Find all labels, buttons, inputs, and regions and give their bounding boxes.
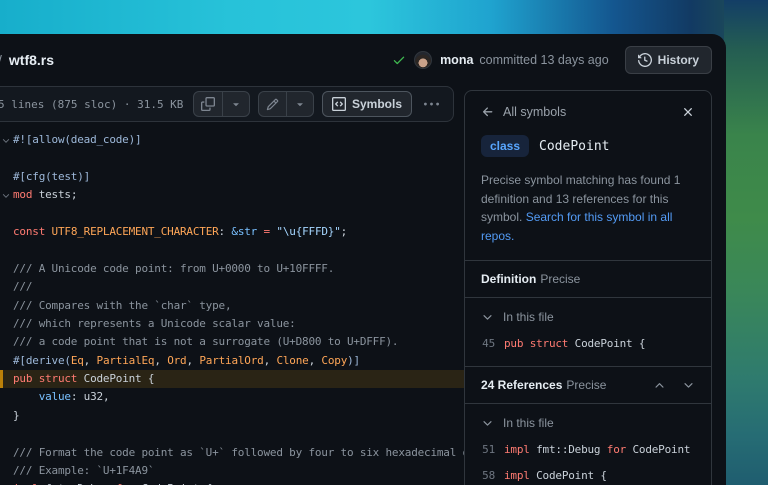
code-line [13, 241, 464, 259]
reference-line[interactable]: 51 impl fmt::Debug for CodePoint { [481, 443, 695, 456]
all-symbols-back-link[interactable]: All symbols [481, 105, 566, 119]
edit-button[interactable] [259, 92, 286, 116]
in-this-file-toggle[interactable]: In this file [481, 310, 695, 324]
symbols-button[interactable]: Symbols [322, 91, 412, 117]
edit-icon [266, 98, 279, 111]
copy-icon [201, 97, 215, 111]
in-this-file-label: In this file [503, 310, 554, 324]
definition-line[interactable]: 45 pub struct CodePoint { [481, 337, 695, 350]
references-count-label: 24 References [481, 378, 562, 392]
chevron-down-icon [481, 417, 494, 430]
code-line: } [13, 407, 464, 425]
copy-dropdown-button[interactable] [222, 92, 249, 116]
code-column: 5 lines (875 sloc) · 31.5 KB [0, 86, 464, 485]
x-icon [681, 105, 695, 119]
commit-author[interactable]: mona [440, 53, 473, 67]
all-symbols-label: All symbols [503, 105, 566, 119]
symbol-kind-badge: class [481, 135, 529, 157]
history-button-label: History [658, 53, 699, 67]
code-line: /// Compares with the `char` type, [13, 297, 464, 315]
symbol-name: CodePoint [539, 139, 609, 154]
previous-reference-button[interactable] [653, 379, 666, 392]
file-meta: 5 lines (875 sloc) · 31.5 KB [0, 98, 185, 111]
code-line: /// Example: `U+1F4A9` [13, 462, 464, 480]
code-line: /// [13, 278, 464, 296]
code-line: /// Format the code point as `U+` follow… [13, 444, 464, 462]
history-button[interactable]: History [625, 46, 712, 74]
triangle-down-icon [294, 98, 306, 110]
code-line: impl fmt::Debug for CodePoint { [13, 480, 464, 485]
breadcrumb-separator: / [0, 52, 2, 68]
definition-section-header: Definition Precise [465, 260, 711, 297]
arrow-left-icon [481, 105, 495, 119]
copy-button[interactable] [194, 92, 222, 116]
check-icon [392, 53, 406, 67]
reference-code: impl CodePoint { [504, 469, 607, 482]
github-file-window: / wtf8.rs mona committed 13 days ago His… [0, 34, 726, 485]
code-line [13, 425, 464, 443]
reference-navigation [653, 379, 695, 392]
fold-chevron-icon[interactable] [1, 136, 11, 146]
edit-button-group [258, 91, 314, 117]
fold-chevron-icon[interactable] [1, 191, 11, 201]
references-precision: Precise [566, 378, 606, 392]
reference-code: impl fmt::Debug for CodePoint { [504, 443, 695, 456]
line-number: 45 [481, 337, 495, 350]
code-line: value: u32, [13, 388, 464, 406]
in-this-file-label: In this file [503, 416, 554, 430]
triangle-down-icon [230, 98, 242, 110]
symbols-panel: All symbols class CodePoint Precise symb… [464, 90, 712, 485]
symbol-title-row: class CodePoint [465, 129, 711, 169]
copy-button-group [193, 91, 250, 117]
chevron-up-icon [653, 379, 666, 392]
code-line: /// A Unicode code point: from U+0000 to… [13, 260, 464, 278]
code-line: mod tests; [13, 186, 464, 204]
code-line: /// a code point that is not a surrogate… [13, 333, 464, 351]
history-icon [638, 53, 652, 67]
symbols-panel-header: All symbols [465, 91, 711, 129]
kebab-horizontal-icon [424, 97, 439, 112]
code-line: #![allow(dead_code)] [13, 131, 464, 149]
code-editor: #![allow(dead_code)] #[cfg(test)] mod te… [0, 122, 464, 485]
commit-info: mona committed 13 days ago History [392, 46, 712, 74]
code-line: #[derive(Eq, PartialEq, Ord, PartialOrd,… [13, 352, 464, 370]
blob-toolbar: 5 lines (875 sloc) · 31.5 KB [0, 86, 454, 122]
code-line: #[cfg(test)] [13, 168, 464, 186]
references-section-header: 24 References Precise [465, 366, 711, 403]
chevron-down-icon [682, 379, 695, 392]
symbol-description: Precise symbol matching has found 1 defi… [465, 169, 711, 260]
background-gradient-right [724, 0, 768, 485]
content: 5 lines (875 sloc) · 31.5 KB [0, 86, 726, 485]
edit-dropdown-button[interactable] [286, 92, 313, 116]
line-number: 58 [481, 469, 495, 482]
code-line: const UTF8_REPLACEMENT_CHARACTER: &str =… [13, 223, 464, 241]
reference-line[interactable]: 58 impl CodePoint { [481, 469, 695, 482]
code-line: /// which represents a Unicode scalar va… [13, 315, 464, 333]
chevron-down-icon [481, 311, 494, 324]
line-number: 51 [481, 443, 495, 456]
in-this-file-toggle[interactable]: In this file [481, 416, 695, 430]
file-header: / wtf8.rs mona committed 13 days ago His… [0, 34, 726, 86]
references-title: 24 References Precise [481, 378, 606, 392]
definition-code: pub struct CodePoint { [504, 337, 645, 350]
breadcrumb: / wtf8.rs [0, 52, 54, 68]
symbols-button-label: Symbols [352, 97, 402, 111]
references-file-group: In this file 51 impl fmt::Debug for Code… [465, 403, 711, 485]
close-panel-button[interactable] [681, 105, 695, 119]
definition-file-group: In this file 45 pub struct CodePoint { [465, 297, 711, 366]
code-line [13, 149, 464, 167]
file-name: wtf8.rs [9, 52, 54, 68]
more-options-button[interactable] [420, 97, 443, 112]
symbols-icon [332, 97, 346, 111]
code-line [13, 205, 464, 223]
next-reference-button[interactable] [682, 379, 695, 392]
code-line-highlighted: pub struct CodePoint { [0, 370, 464, 388]
definition-label: Definition [481, 272, 536, 286]
commit-message: committed 13 days ago [479, 53, 608, 67]
definition-precision: Precise [540, 272, 580, 286]
avatar[interactable] [414, 51, 432, 69]
